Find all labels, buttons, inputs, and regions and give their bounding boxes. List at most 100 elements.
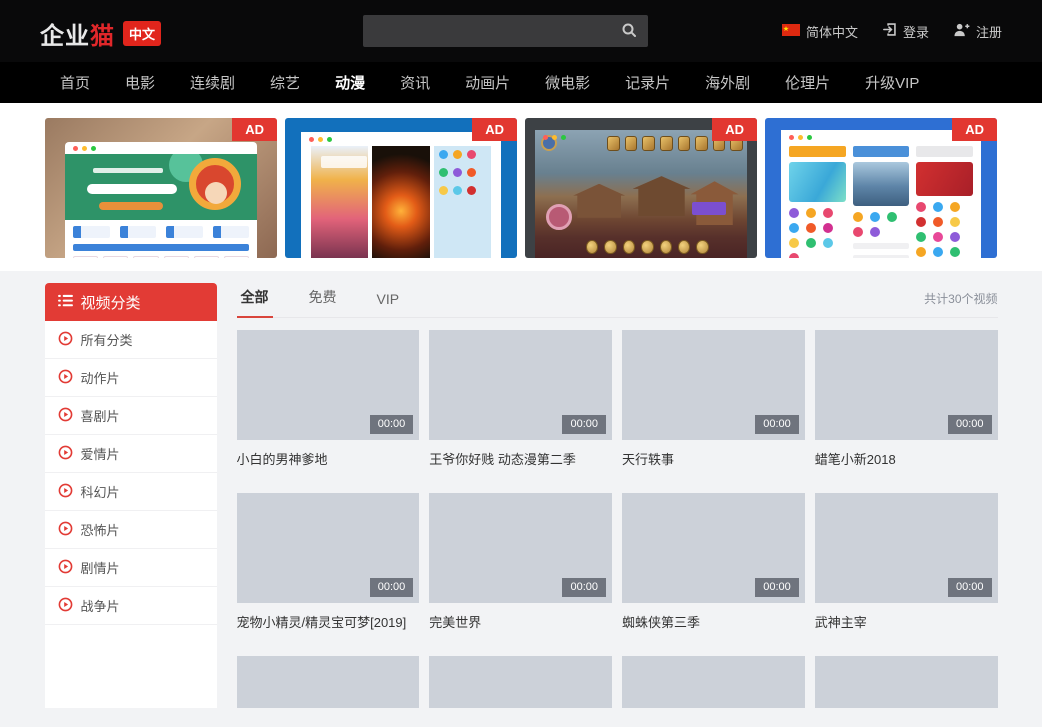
video-title[interactable]: 天行轶事: [622, 449, 805, 468]
nav-item[interactable]: 记录片: [625, 72, 670, 93]
nav-item[interactable]: 伦理片: [785, 72, 830, 93]
filter-tabs: 全部免费 VIP 共计30个视频: [237, 283, 998, 318]
sidebar-category-item[interactable]: 动作片: [45, 359, 217, 397]
video-section: 全部免费 VIP 共计30个视频 00:00 小白的男神爹地 00:00 王爷你好…: [237, 283, 998, 708]
video-thumbnail[interactable]: [815, 656, 998, 708]
login-button[interactable]: 登录: [882, 22, 929, 41]
search-button[interactable]: [610, 15, 648, 47]
sidebar-category-label: 所有分类: [81, 330, 133, 349]
video-thumbnail[interactable]: 00:00: [429, 493, 612, 603]
video-card[interactable]: 00:00 王爷你好贱 动态漫第二季: [429, 330, 612, 468]
duration-badge: 00:00: [948, 415, 992, 434]
search-input[interactable]: [363, 15, 610, 47]
ad-banner-1[interactable]: AD: [45, 118, 277, 258]
search-box: [363, 15, 648, 47]
language-switcher[interactable]: 简体中文: [782, 22, 858, 41]
video-thumbnail[interactable]: [237, 656, 420, 708]
sidebar-category-label: 爱情片: [81, 444, 120, 463]
ad-badge: AD: [712, 118, 757, 141]
video-card[interactable]: 00:00 小白的男神爹地: [237, 330, 420, 468]
register-label: 注册: [976, 22, 1002, 41]
nav-item[interactable]: 动画片: [465, 72, 510, 93]
ad-banner-3[interactable]: AD: [525, 118, 757, 258]
filter-tab[interactable]: VIP: [373, 287, 404, 318]
video-thumbnail[interactable]: 00:00: [815, 493, 998, 603]
sidebar-category-item[interactable]: 战争片: [45, 587, 217, 625]
window-controls-icon: [309, 137, 332, 142]
video-card[interactable]: 00:00 蜘蛛侠第三季: [622, 493, 805, 631]
filter-tab[interactable]: 全部: [237, 283, 273, 318]
video-title[interactable]: 武神主宰: [815, 612, 998, 631]
video-card[interactable]: [815, 656, 998, 708]
nav-item[interactable]: 首页: [60, 72, 90, 93]
video-thumbnail[interactable]: [429, 656, 612, 708]
sidebar-category-item[interactable]: 爱情片: [45, 435, 217, 473]
video-thumbnail[interactable]: [622, 656, 805, 708]
video-card[interactable]: 00:00 蜡笔小新2018: [815, 330, 998, 468]
video-thumbnail[interactable]: 00:00: [429, 330, 612, 440]
duration-badge: 00:00: [370, 578, 414, 597]
ad-banner-4[interactable]: AD: [765, 118, 997, 258]
nav-item[interactable]: 海外剧: [705, 72, 750, 93]
sidebar-category-item[interactable]: 科幻片: [45, 473, 217, 511]
sidebar-category-label: 动作片: [81, 368, 120, 387]
sidebar-header: 视频分类: [45, 283, 217, 321]
ad-banner-strip: AD AD: [0, 103, 1042, 271]
sidebar-category-item[interactable]: 喜剧片: [45, 397, 217, 435]
sidebar-category-item[interactable]: 剧情片: [45, 549, 217, 587]
nav-item[interactable]: 综艺: [270, 72, 300, 93]
video-title[interactable]: 小白的男神爹地: [237, 449, 420, 468]
circled-play-icon: [58, 559, 73, 577]
video-thumbnail[interactable]: 00:00: [815, 330, 998, 440]
nav-item[interactable]: 微电影: [545, 72, 590, 93]
video-title[interactable]: 王爷你好贱 动态漫第二季: [429, 449, 612, 468]
top-header: 企业猫 中文 简体中文 登录: [0, 0, 1042, 62]
sidebar-category-item[interactable]: 所有分类: [45, 321, 217, 359]
sidebar-category-label: 喜剧片: [81, 406, 120, 425]
ad-badge: AD: [952, 118, 997, 141]
sidebar-category-label: 恐怖片: [81, 520, 120, 539]
sidebar-category-item[interactable]: 恐怖片: [45, 511, 217, 549]
ad-badge: AD: [232, 118, 277, 141]
video-card[interactable]: [622, 656, 805, 708]
banner3-game-scene: [535, 130, 747, 258]
video-thumbnail[interactable]: 00:00: [237, 330, 420, 440]
nav-item[interactable]: 动漫: [335, 72, 365, 93]
video-card[interactable]: 00:00 武神主宰: [815, 493, 998, 631]
search-icon: [621, 22, 637, 41]
video-thumbnail[interactable]: 00:00: [622, 330, 805, 440]
circled-play-icon: [58, 369, 73, 387]
video-title[interactable]: 完美世界: [429, 612, 612, 631]
login-label: 登录: [903, 22, 929, 41]
duration-badge: 00:00: [562, 578, 606, 597]
site-logo[interactable]: 企业猫 中文: [40, 16, 161, 51]
sidebar-category-label: 科幻片: [81, 482, 120, 501]
video-title[interactable]: 蜘蛛侠第三季: [622, 612, 805, 631]
video-card[interactable]: 00:00 宠物小精灵/精灵宝可梦[2019]: [237, 493, 420, 631]
video-card[interactable]: 00:00 完美世界: [429, 493, 612, 631]
total-count: 共计30个视频: [924, 290, 997, 317]
video-thumbnail[interactable]: 00:00: [622, 493, 805, 603]
filter-tab[interactable]: 免费: [305, 283, 341, 318]
nav-item[interactable]: 升级VIP: [865, 72, 919, 93]
site-logo-text: 企业猫: [40, 16, 115, 51]
video-thumbnail[interactable]: 00:00: [237, 493, 420, 603]
nav-item[interactable]: 连续剧: [190, 72, 235, 93]
nav-item[interactable]: 电影: [125, 72, 155, 93]
video-card[interactable]: 00:00 天行轶事: [622, 330, 805, 468]
nav-item[interactable]: 资讯: [400, 72, 430, 93]
ad-banner-2[interactable]: AD: [285, 118, 517, 258]
register-button[interactable]: 注册: [953, 22, 1002, 41]
register-icon: [953, 22, 970, 40]
circled-play-icon: [58, 407, 73, 425]
list-icon: [58, 294, 73, 311]
banner2-browser-window: [301, 132, 501, 258]
category-sidebar: 视频分类 所有分类 动作片: [45, 283, 217, 708]
video-title[interactable]: 宠物小精灵/精灵宝可梦[2019]: [237, 612, 420, 631]
video-title[interactable]: 蜡笔小新2018: [815, 449, 998, 468]
video-card[interactable]: [429, 656, 612, 708]
video-card[interactable]: [237, 656, 420, 708]
circled-play-icon: [58, 331, 73, 349]
window-controls-icon: [789, 135, 812, 140]
duration-badge: 00:00: [948, 578, 992, 597]
